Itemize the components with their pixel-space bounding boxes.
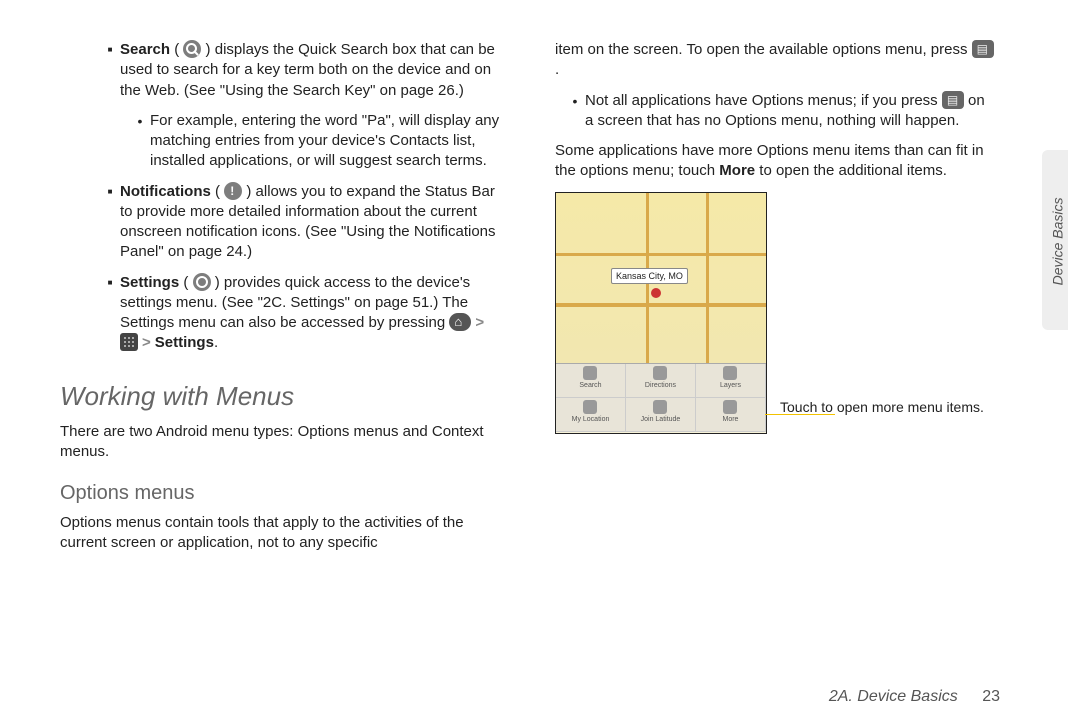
cont1-text: item on the screen. To open the availabl… [555, 41, 972, 58]
dot-bullet-icon [130, 111, 150, 172]
menu-key-icon [972, 40, 994, 58]
section-tab: Device Basics [1042, 150, 1068, 330]
settings-item: Settings ( ) provides quick access to th… [100, 273, 500, 354]
search-example: For example, entering the word "Pa", wil… [150, 111, 500, 172]
directions-icon [653, 366, 667, 380]
more-paragraph: Some applications have more Options menu… [555, 141, 995, 182]
square-bullet-icon [100, 273, 120, 354]
home-icon [449, 313, 471, 331]
settings-icon [193, 273, 211, 291]
notifications-item: Notifications ( ) allows you to expand t… [100, 182, 500, 263]
more-end: to open the additional items. [755, 162, 947, 179]
section-heading: Working with Menus [60, 379, 500, 414]
latitude-icon [653, 400, 667, 414]
dot-bullet-icon [565, 91, 585, 132]
right-column: item on the screen. To open the availabl… [555, 40, 995, 434]
search-item: Search ( ) displays the Quick Search box… [100, 40, 500, 101]
search-icon [583, 366, 597, 380]
city-label: Kansas City, MO [611, 268, 688, 284]
location-icon [583, 400, 597, 414]
footer-section: 2A. Device Basics [829, 688, 958, 705]
subsection-heading: Options menus [60, 480, 500, 507]
search-label: Search [120, 41, 170, 58]
settings-word: Settings [155, 334, 214, 351]
menu-more[interactable]: More [696, 398, 766, 432]
section-tab-label: Device Basics [1049, 191, 1068, 291]
settings-period: . [214, 334, 218, 351]
square-bullet-icon [100, 40, 120, 101]
left-column: Search ( ) displays the Quick Search box… [60, 40, 500, 564]
more-icon [723, 400, 737, 414]
figure-wrapper: Kansas City, MO Search Directions Layers… [555, 192, 995, 434]
menu-key-icon [942, 91, 964, 109]
options-intro: Options menus contain tools that apply t… [60, 513, 500, 554]
cont1-end: . [555, 61, 559, 78]
search-body: ) displays the Quick Search box that can… [120, 41, 495, 99]
menu-mylocation[interactable]: My Location [556, 398, 626, 432]
square-bullet-icon [100, 182, 120, 263]
map-area: Kansas City, MO [556, 193, 766, 363]
search-example-item: For example, entering the word "Pa", wil… [130, 111, 500, 172]
more-word: More [719, 162, 755, 179]
options-continuation: item on the screen. To open the availabl… [555, 40, 995, 81]
not-all-apps-item: Not all applications have Options menus;… [565, 91, 995, 132]
map-screenshot: Kansas City, MO Search Directions Layers… [555, 192, 767, 434]
bullet-text: Not all applications have Options menus;… [585, 92, 942, 109]
search-icon [183, 40, 201, 58]
menu-layers[interactable]: Layers [696, 364, 766, 398]
page-footer: 2A. Device Basics 23 [829, 686, 1000, 708]
menu-latitude[interactable]: Join Latitude [626, 398, 696, 432]
settings-label: Settings [120, 274, 179, 291]
chevron-icon: > [138, 333, 155, 353]
page-number: 23 [962, 688, 1000, 705]
callout-text: Touch to open more menu items. [780, 398, 1010, 417]
menu-search[interactable]: Search [556, 364, 626, 398]
apps-grid-icon [120, 333, 138, 351]
layers-icon [723, 366, 737, 380]
options-menu-bar: Search Directions Layers My Location Joi… [556, 363, 766, 432]
chevron-icon: > [471, 313, 488, 333]
section-intro: There are two Android menu types: Option… [60, 422, 500, 463]
menu-directions[interactable]: Directions [626, 364, 696, 398]
notifications-label: Notifications [120, 183, 211, 200]
map-pin-icon [651, 288, 661, 298]
notification-icon [224, 182, 242, 200]
